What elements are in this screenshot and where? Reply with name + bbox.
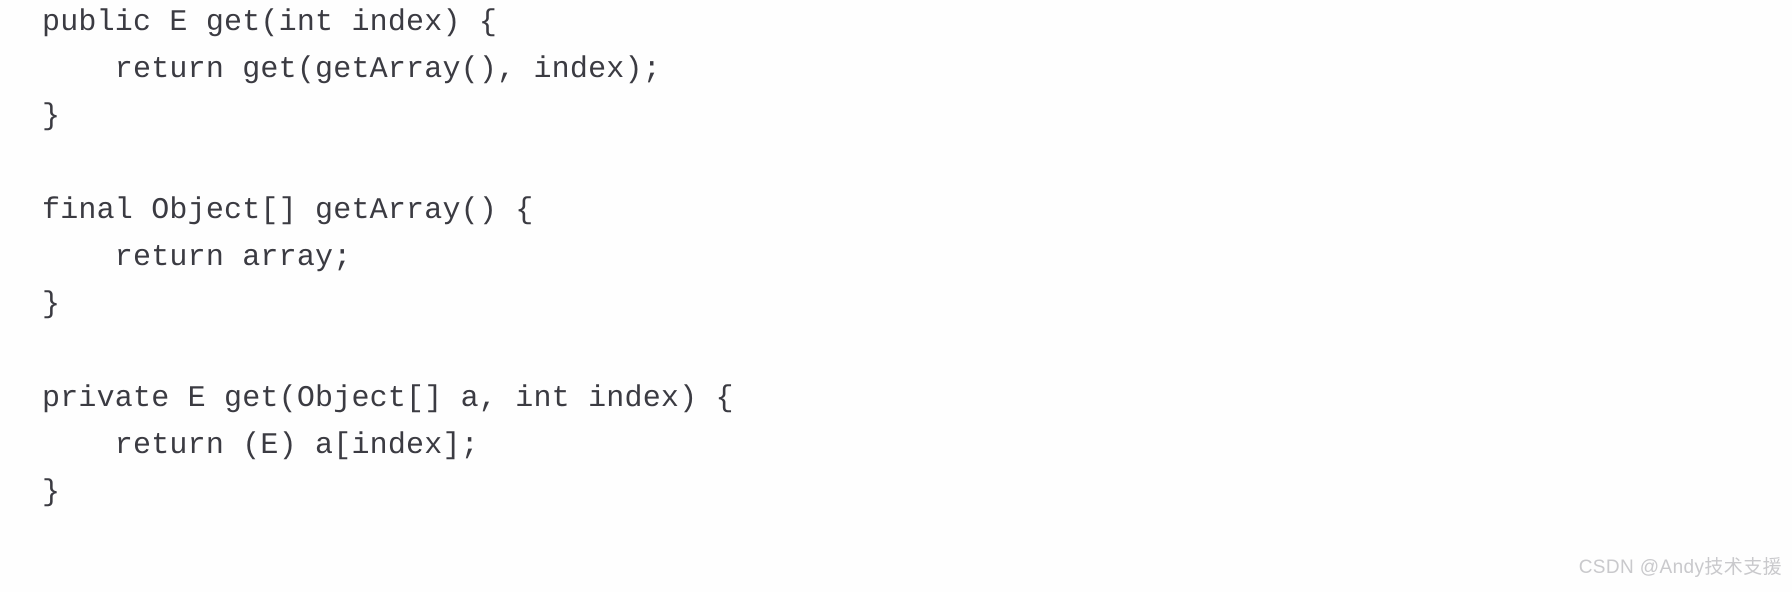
code-line: }	[42, 476, 61, 510]
code-line: final Object[] getArray() {	[42, 194, 534, 228]
csdn-watermark: CSDN @Andy技术支援	[1578, 557, 1782, 578]
code-line: return get(getArray(), index);	[42, 53, 661, 87]
code-block: public E get(int index) { return get(get…	[42, 0, 1742, 517]
code-line: public E get(int index) {	[42, 6, 498, 40]
code-line: private E get(Object[] a, int index) {	[42, 382, 734, 416]
code-line: return array;	[42, 241, 352, 275]
code-line: return (E) a[index];	[42, 429, 479, 463]
code-line: }	[42, 100, 61, 134]
code-line: }	[42, 288, 61, 322]
